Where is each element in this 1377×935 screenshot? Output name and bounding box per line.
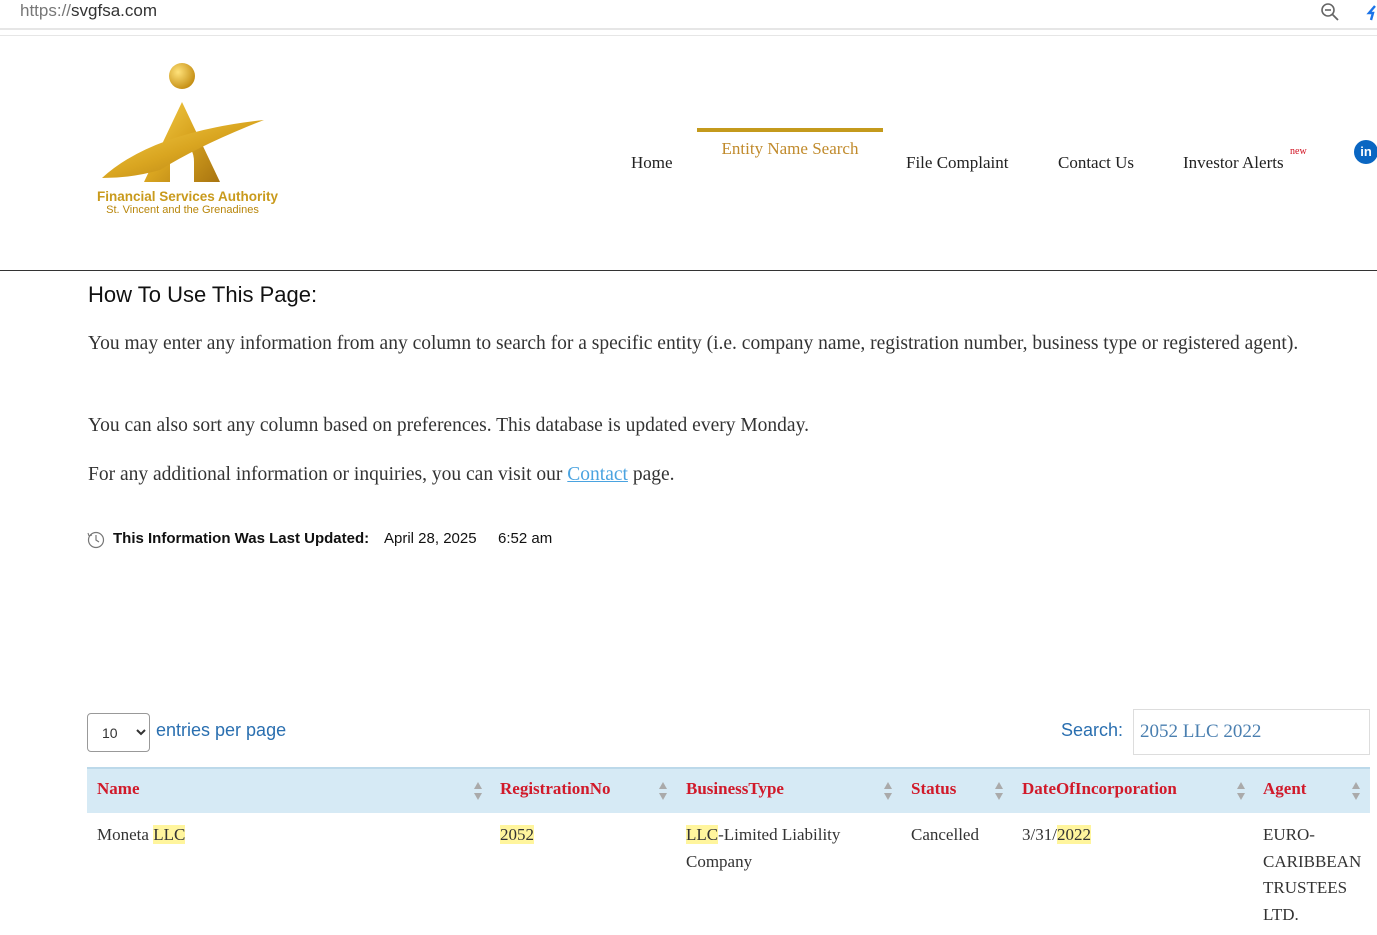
url-host: svgfsa.com: [71, 1, 158, 20]
sort-icon[interactable]: [994, 780, 1004, 802]
table-header: Name RegistrationNo BusinessType Status …: [87, 767, 1370, 813]
address-bar[interactable]: https://svgfsa.com: [0, 0, 1377, 30]
col-header-business-type[interactable]: BusinessType: [686, 779, 784, 799]
cell-date-highlight: 2022: [1056, 825, 1091, 844]
nav-investor-alerts[interactable]: Investor Alerts: [1183, 143, 1284, 183]
paragraph-text: For any additional information or inquir…: [88, 464, 568, 485]
cell-agent: EURO-CARIBBEAN TRUSTEES LTD.: [1263, 825, 1362, 924]
main-nav: Home Entity Name Search File Complaint C…: [0, 128, 1377, 183]
instructions-paragraph-2: You can also sort any column based on pr…: [88, 415, 809, 436]
paragraph-text-end: page.: [627, 464, 675, 485]
zoom-out-icon[interactable]: [1320, 2, 1340, 22]
search-input[interactable]: [1133, 709, 1370, 755]
cell-name-highlight: LLC: [153, 825, 186, 844]
last-updated-date: April 28, 2025: [384, 530, 477, 547]
nav-entity-name-search[interactable]: Entity Name Search: [697, 128, 883, 168]
last-updated-time: 6:52 am: [498, 530, 553, 547]
cell-status: Cancelled: [911, 825, 979, 844]
linkedin-icon[interactable]: in: [1354, 140, 1377, 164]
nav-home[interactable]: Home: [631, 143, 673, 183]
clock-icon: [87, 531, 105, 549]
sort-icon[interactable]: [883, 780, 893, 802]
url-text[interactable]: https://svgfsa.com: [20, 1, 157, 21]
sort-icon[interactable]: [473, 780, 483, 802]
col-header-date-of-incorporation[interactable]: DateOfIncorporation: [1022, 779, 1177, 799]
sort-icon[interactable]: [658, 780, 668, 802]
logo-subtitle: St. Vincent and the Grenadines: [106, 204, 259, 216]
contact-link[interactable]: Contact: [567, 464, 628, 485]
search-label: Search:: [1061, 720, 1124, 740]
site-header: Financial Services Authority St. Vincent…: [0, 36, 1377, 271]
cell-name: Moneta LLC: [97, 822, 186, 849]
instructions-paragraph-3: For any additional information or inquir…: [88, 458, 1348, 491]
sort-icon[interactable]: [1351, 780, 1361, 802]
last-updated-label: This Information Was Last Updated:: [113, 530, 370, 547]
cell-type-highlight: LLC: [686, 825, 719, 844]
page-title: How To Use This Page:: [88, 282, 318, 307]
logo-title: Financial Services Authority: [96, 189, 279, 204]
col-header-name[interactable]: Name: [97, 779, 139, 799]
instructions-paragraph-1: You may enter any information from any c…: [88, 333, 1299, 354]
col-header-status[interactable]: Status: [911, 779, 956, 799]
url-protocol: https://: [20, 1, 72, 20]
sort-icon[interactable]: [1236, 780, 1246, 802]
entries-per-page-select[interactable]: 10: [87, 713, 150, 752]
nav-contact-us[interactable]: Contact Us: [1058, 143, 1134, 183]
cell-registration-highlight: 2052: [500, 825, 534, 844]
col-header-agent[interactable]: Agent: [1263, 779, 1306, 799]
cell-date-text: 3/31/: [1022, 825, 1057, 844]
nav-file-complaint[interactable]: File Complaint: [906, 143, 1008, 183]
browser-extension-icon[interactable]: [1366, 4, 1377, 22]
cell-name-text: Moneta: [97, 825, 154, 844]
new-badge: new: [1290, 146, 1307, 157]
entries-per-page-label: entries per page: [156, 720, 287, 740]
cell-registration-no: 2052: [500, 822, 534, 849]
cell-date: 3/31/2022: [1022, 822, 1091, 849]
cell-business-type: LLC-Limited Liability Company: [686, 822, 886, 875]
col-header-registration-no[interactable]: RegistrationNo: [500, 779, 610, 799]
